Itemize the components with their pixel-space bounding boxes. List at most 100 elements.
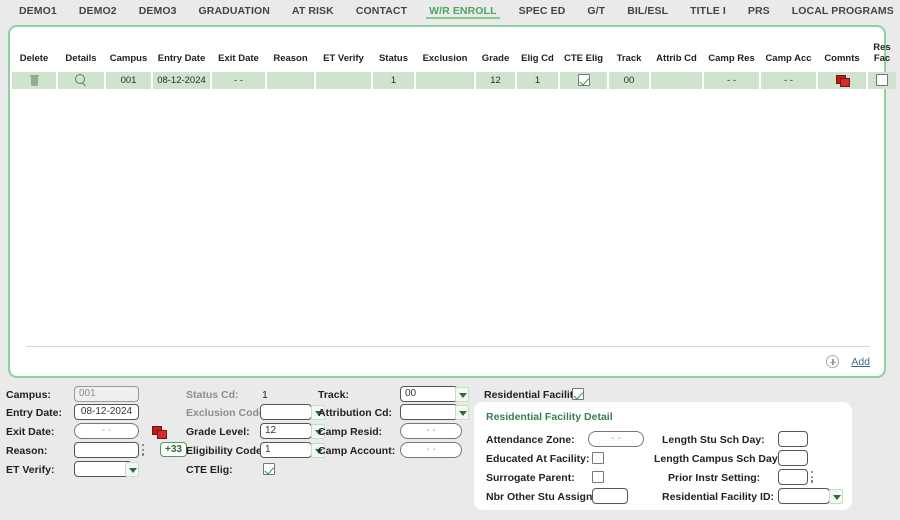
- notes-icon[interactable]: [836, 75, 849, 86]
- exit-date-field[interactable]: - -: [74, 423, 139, 439]
- length-campus-sch-day-field[interactable]: [778, 450, 808, 466]
- et-verify-field[interactable]: [74, 461, 132, 477]
- label-attendance-zone: Attendance Zone:: [486, 434, 575, 446]
- trash-icon[interactable]: [30, 75, 39, 86]
- enrollment-grid-panel: Delete Details Campus Entry Date Exit Da…: [8, 25, 886, 378]
- tab-demo2[interactable]: DEMO2: [68, 0, 128, 20]
- entry-date-field[interactable]: 08-12-2024: [74, 404, 139, 420]
- cell-camp-res[interactable]: - -: [704, 72, 759, 89]
- cte-elig-form-checkbox[interactable]: [263, 463, 275, 475]
- grade-level-field[interactable]: 12: [260, 423, 312, 439]
- label-et-verify: ET Verify:: [6, 464, 54, 476]
- col-comnts: Comnts: [818, 39, 866, 72]
- cell-grade[interactable]: 12: [476, 72, 515, 89]
- label-camp-account: Camp Account:: [318, 445, 395, 457]
- track-field[interactable]: 00: [400, 386, 458, 402]
- cell-track[interactable]: 00: [609, 72, 649, 89]
- cell-elig-cd[interactable]: 1: [517, 72, 558, 89]
- label-exclusion-code: Exclusion Code:: [186, 407, 268, 419]
- table-row[interactable]: 001 08-12-2024 - - 1 12 1 00 - - - -: [12, 72, 896, 89]
- res-fac-checkbox[interactable]: [876, 74, 888, 86]
- prior-instr-setting-field[interactable]: [778, 469, 808, 485]
- label-exit-date: Exit Date:: [6, 426, 54, 438]
- magnifier-icon[interactable]: [75, 74, 87, 86]
- cell-exit-date[interactable]: - -: [212, 72, 265, 89]
- tab-graduation[interactable]: GRADUATION: [188, 0, 281, 20]
- col-exclusion: Exclusion: [416, 39, 474, 72]
- surrogate-parent-checkbox[interactable]: [592, 471, 604, 483]
- main-tab-bar[interactable]: DEMO1 DEMO2 DEMO3 GRADUATION AT RISK CON…: [0, 0, 900, 27]
- nbr-other-stu-assigned-field[interactable]: [592, 488, 628, 504]
- tab-gt[interactable]: G/T: [576, 0, 616, 20]
- col-track: Track: [609, 39, 649, 72]
- residential-facility-id-field[interactable]: [778, 488, 830, 504]
- residential-facility-id-dropdown-arrow[interactable]: [829, 489, 843, 504]
- tab-spec-ed[interactable]: SPEC ED: [508, 0, 577, 20]
- label-surrogate-parent: Surrogate Parent:: [486, 472, 575, 484]
- cell-et-verify[interactable]: [316, 72, 371, 89]
- cell-details[interactable]: [58, 72, 104, 89]
- prior-instr-setting-ellipsis-icon[interactable]: [811, 471, 814, 484]
- plus-circle-icon[interactable]: [826, 355, 839, 368]
- et-verify-dropdown-arrow[interactable]: [125, 462, 139, 477]
- col-elig-cd: Elig Cd: [517, 39, 558, 72]
- tab-wr-enroll[interactable]: W/R ENROLL: [418, 0, 508, 20]
- label-prior-instr-setting: Prior Instr Setting:: [668, 472, 760, 484]
- add-row-footer: Add: [26, 346, 870, 371]
- residential-facility-detail-title: Residential Facility Detail: [486, 411, 613, 423]
- reason-field[interactable]: [74, 442, 139, 458]
- label-attribution-cd: Attribution Cd:: [318, 407, 392, 419]
- label-residential-facility-id: Residential Facility ID:: [662, 491, 774, 503]
- tab-prs[interactable]: PRS: [737, 0, 781, 20]
- col-grade: Grade: [476, 39, 515, 72]
- camp-account-field[interactable]: - -: [400, 442, 462, 458]
- cell-cte-elig[interactable]: [560, 72, 607, 89]
- col-status: Status: [373, 39, 414, 72]
- cell-status[interactable]: 1: [373, 72, 414, 89]
- enrollment-table: Delete Details Campus Entry Date Exit Da…: [10, 39, 898, 89]
- tab-local-programs[interactable]: LOCAL PROGRAMS: [781, 0, 900, 20]
- cell-entry-date[interactable]: 08-12-2024: [153, 72, 210, 89]
- cell-attrib-cd[interactable]: [651, 72, 702, 89]
- table-header-row: Delete Details Campus Entry Date Exit Da…: [12, 39, 896, 72]
- exclusion-code-field[interactable]: [260, 404, 312, 420]
- attribution-cd-field[interactable]: [400, 404, 458, 420]
- tab-contact[interactable]: CONTACT: [345, 0, 418, 20]
- cte-elig-checkbox[interactable]: [578, 74, 590, 86]
- label-residential-facility: Residential Facility:: [484, 389, 583, 401]
- form-notes-icon[interactable]: [152, 426, 165, 437]
- add-button[interactable]: Add: [851, 356, 870, 368]
- col-attrib-cd: Attrib Cd: [651, 39, 702, 72]
- notes-count-badge[interactable]: +33: [160, 442, 187, 457]
- camp-resid-field[interactable]: - -: [400, 423, 462, 439]
- tab-title-i[interactable]: TITLE I: [679, 0, 737, 20]
- cell-reason[interactable]: [267, 72, 314, 89]
- length-stu-sch-day-field[interactable]: [778, 431, 808, 447]
- label-grade-level: Grade Level:: [186, 426, 250, 438]
- col-res-fac: Res Fac: [868, 39, 896, 72]
- track-dropdown-arrow[interactable]: [455, 387, 469, 402]
- label-track: Track:: [318, 389, 349, 401]
- cell-res-fac[interactable]: [868, 72, 896, 89]
- tab-at-risk[interactable]: AT RISK: [281, 0, 345, 20]
- cell-delete[interactable]: [12, 72, 56, 89]
- col-delete: Delete: [12, 39, 56, 72]
- tab-demo3[interactable]: DEMO3: [128, 0, 188, 20]
- cell-campus[interactable]: 001: [106, 72, 151, 89]
- cell-camp-acc[interactable]: - -: [761, 72, 816, 89]
- tab-demo1[interactable]: DEMO1: [8, 0, 68, 20]
- col-camp-res: Camp Res: [704, 39, 759, 72]
- attribution-cd-dropdown-arrow[interactable]: [455, 405, 469, 420]
- eligibility-code-field[interactable]: 1: [260, 442, 312, 458]
- attendance-zone-field[interactable]: - -: [588, 431, 644, 447]
- cell-exclusion[interactable]: [416, 72, 474, 89]
- tab-bil-esl[interactable]: BIL/ESL: [616, 0, 679, 20]
- residential-facility-checkbox[interactable]: [572, 388, 584, 400]
- cell-comnts[interactable]: [818, 72, 866, 89]
- label-nbr-other-stu-assigned: Nbr Other Stu Assigned:: [486, 491, 608, 503]
- educated-at-facility-checkbox[interactable]: [592, 452, 604, 464]
- col-reason: Reason: [267, 39, 314, 72]
- reason-ellipsis-icon[interactable]: [142, 444, 145, 457]
- col-entry-date: Entry Date: [153, 39, 210, 72]
- col-res-fac-line1: Res: [873, 42, 890, 53]
